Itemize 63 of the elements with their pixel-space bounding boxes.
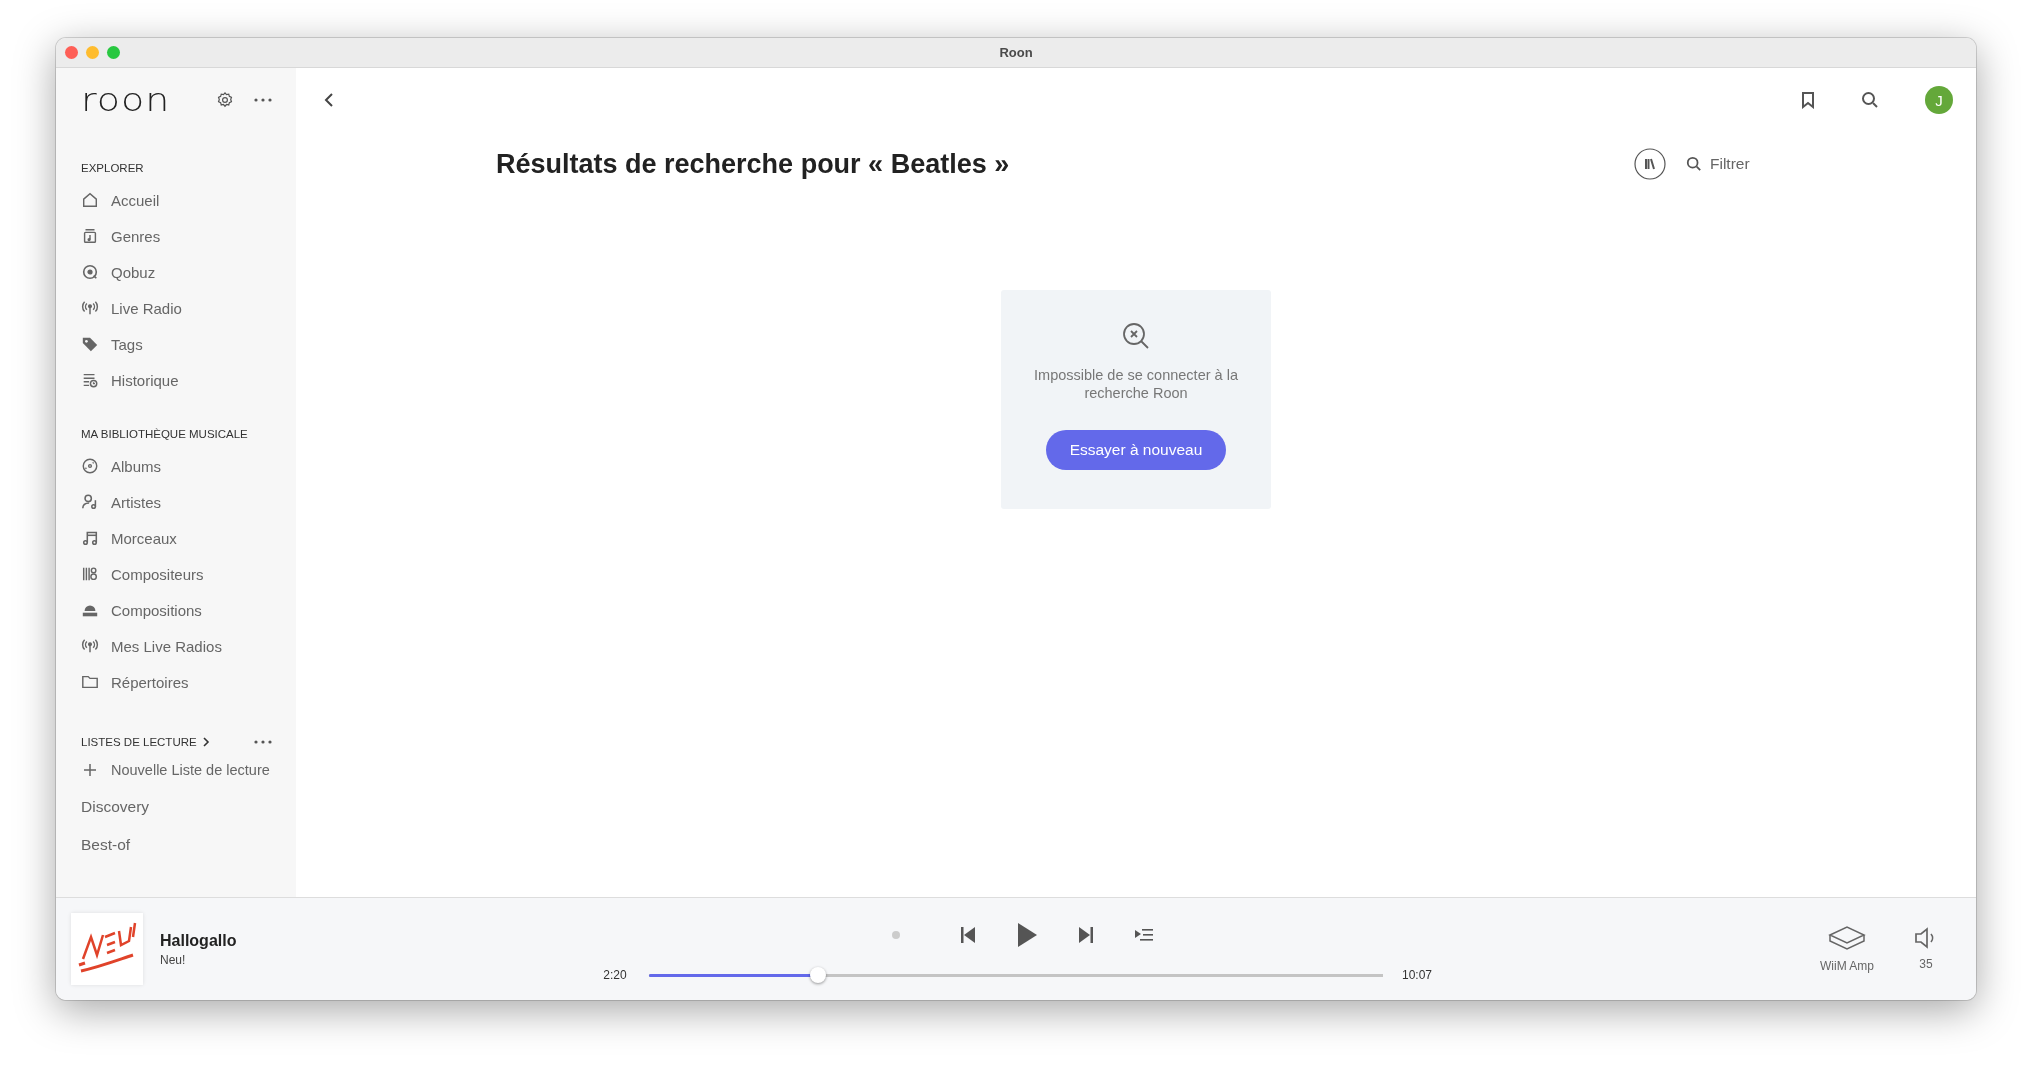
user-avatar[interactable]: J xyxy=(1925,86,1953,114)
house-icon xyxy=(81,191,99,209)
elapsed-time: 2:20 xyxy=(602,968,628,982)
volume-level: 35 xyxy=(1919,957,1933,971)
tag-icon xyxy=(81,335,99,353)
sidebar-item[interactable]: Compositeurs xyxy=(111,565,204,583)
section-heading: EXPLORER xyxy=(81,162,145,174)
more-icon[interactable] xyxy=(254,98,272,102)
list-clock-icon xyxy=(81,371,99,389)
disc-search-icon xyxy=(81,263,99,281)
library-icon[interactable] xyxy=(1634,148,1666,180)
logo: roon xyxy=(81,83,171,117)
filter-field[interactable]: Filtrer xyxy=(1710,155,1776,173)
bookmark-icon[interactable] xyxy=(1801,91,1815,109)
play-icon[interactable] xyxy=(1016,922,1038,948)
section-heading: MA BIBLIOTHÈQUE MUSICALE xyxy=(81,428,249,440)
folder-icon xyxy=(81,673,99,691)
person-note-icon xyxy=(81,493,99,511)
sidebar-item[interactable]: Artistes xyxy=(111,493,161,511)
playlist-item[interactable]: Discovery xyxy=(81,788,282,826)
retry-button[interactable]: Essayer à nouveau xyxy=(1045,430,1227,470)
music-note-icon xyxy=(81,529,99,547)
sidebar-item[interactable]: Morceaux xyxy=(111,529,177,547)
status-dot-icon xyxy=(892,931,900,939)
section-heading[interactable]: LISTES DE LECTURE xyxy=(81,736,197,748)
sidebar-item[interactable]: Historique xyxy=(111,371,179,389)
music-box-icon xyxy=(81,227,99,245)
album-art xyxy=(71,913,143,985)
next-icon[interactable] xyxy=(1078,926,1094,944)
sidebar-item[interactable]: Tags xyxy=(111,335,143,353)
search-icon[interactable] xyxy=(1861,91,1879,109)
progress-thumb[interactable] xyxy=(809,967,826,983)
sidebar-item[interactable]: Compositions xyxy=(111,601,202,619)
sidebar-item[interactable]: Qobuz xyxy=(111,263,156,281)
sidebar-item[interactable]: Répertoires xyxy=(111,673,189,691)
error-message: Impossible de se connecter à la recherche Roon xyxy=(1033,366,1239,402)
search-icon xyxy=(1686,156,1702,172)
sidebar-item[interactable]: Accueil xyxy=(111,191,160,209)
playlist-item[interactable]: Best-of xyxy=(81,826,282,864)
queue-icon[interactable] xyxy=(1134,927,1154,943)
window-title: Roon xyxy=(999,45,1033,60)
duration-time: 10:07 xyxy=(1401,968,1433,982)
page-title: Résultats de recherche pour « Beatles » xyxy=(496,148,1010,180)
sidebar-item[interactable]: Genres xyxy=(111,227,161,245)
artist-name[interactable]: Neu! xyxy=(160,952,237,967)
more-icon[interactable] xyxy=(254,740,272,744)
previous-icon[interactable] xyxy=(960,926,976,944)
bars-icon xyxy=(81,565,99,583)
sidebar-item[interactable]: Mes Live Radios xyxy=(111,637,222,655)
settings-icon[interactable] xyxy=(216,91,234,109)
back-icon[interactable] xyxy=(324,92,334,108)
radio-waves-icon xyxy=(81,299,99,317)
sidebar-item[interactable]: Live Radio xyxy=(111,299,182,317)
zone-name[interactable]: WiiM Amp xyxy=(1820,959,1874,973)
new-playlist-item[interactable]: Nouvelle Liste de lecture xyxy=(111,762,270,778)
close-window-button[interactable] xyxy=(65,46,78,59)
radio-waves-icon xyxy=(81,637,99,655)
chevron-right-icon[interactable] xyxy=(202,737,210,747)
plus-icon[interactable] xyxy=(83,763,97,777)
disc-icon xyxy=(81,457,99,475)
track-title[interactable]: Hallogallo xyxy=(160,931,237,950)
sidebar-item[interactable]: Albums xyxy=(111,457,162,475)
speaker-box-icon[interactable] xyxy=(1828,925,1866,951)
